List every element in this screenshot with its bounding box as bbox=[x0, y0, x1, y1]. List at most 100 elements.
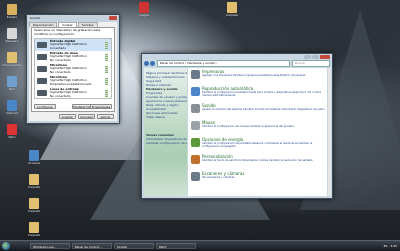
properties-button[interactable]: Propiedades bbox=[90, 104, 112, 109]
category-links[interactable]: Agregar una impresora Cambiar impresora … bbox=[202, 74, 325, 77]
sound-instruction: Seleccione un dispositivo de grabación p… bbox=[34, 28, 101, 36]
start-button[interactable] bbox=[2, 242, 10, 250]
desktop-icon-label: Nero bbox=[8, 135, 16, 139]
back-icon[interactable] bbox=[144, 60, 149, 66]
category-links[interactable]: Ver escáneres y cámaras bbox=[202, 176, 325, 179]
device-text: Línea de entrada SigmaTel High Definition… bbox=[50, 87, 87, 99]
desktop-icon-image bbox=[7, 76, 17, 87]
forward-icon[interactable] bbox=[150, 60, 155, 66]
taskbar-item[interactable]: Sonido bbox=[114, 243, 154, 249]
address-bar[interactable]: Panel de control › Hardware y sonido › bbox=[157, 59, 290, 67]
sound-dialog-close-button[interactable] bbox=[109, 16, 117, 20]
desktop-icon[interactable]: Carpeta bbox=[24, 222, 44, 237]
control-panel-window[interactable]: Panel de control › Hardware y sonido › B… bbox=[141, 53, 333, 199]
category-icon bbox=[191, 87, 200, 96]
desktop-icon[interactable]: Carpeta bbox=[24, 174, 44, 189]
desktop: Equipo Papelera Documentos Red Internet Nero A… bbox=[0, 0, 400, 240]
cancel-button[interactable]: Cancelar bbox=[78, 114, 95, 119]
category-links[interactable]: Cambiar la configuración predeterminada … bbox=[202, 91, 325, 97]
audio-device-icon bbox=[37, 90, 47, 96]
category: Personalización Cambiar el fondo de escri… bbox=[188, 153, 327, 170]
window-buttons bbox=[304, 55, 330, 59]
sound-dialog-title: Sonido bbox=[30, 16, 41, 20]
address-bar-row: Panel de control › Hardware y sonido › B… bbox=[144, 59, 330, 67]
recent-task-link[interactable]: Cambiar configuración de apagado bbox=[144, 141, 187, 145]
desktop-icon-label: Documentos bbox=[2, 63, 22, 67]
desktop-icon-image bbox=[7, 28, 17, 39]
desktop-icon[interactable]: Documentos bbox=[2, 52, 22, 67]
category-links[interactable]: Ajustar el volumen del sistema Cambiar s… bbox=[202, 108, 325, 111]
recent-tasks-list: Administrar dispositivos de audioCambiar… bbox=[144, 137, 187, 145]
desktop-icon[interactable]: Nero bbox=[2, 124, 22, 139]
desktop-icon-label: Juegos bbox=[139, 13, 149, 17]
maximize-button[interactable] bbox=[312, 55, 319, 59]
desktop-icon-image bbox=[29, 222, 39, 233]
device-status: Conectado bbox=[50, 45, 67, 50]
taskbar-item[interactable]: Panel de control... bbox=[72, 243, 112, 249]
desktop-icon-image bbox=[29, 198, 39, 209]
desktop-icon-image bbox=[139, 2, 149, 13]
taskbar-item[interactable]: Paint bbox=[156, 243, 196, 249]
device-row[interactable]: Micrófono SigmaTel High Definition No cone… bbox=[35, 63, 111, 75]
level-meter bbox=[105, 42, 108, 49]
system-tray: ES 3:45 bbox=[384, 243, 397, 249]
device-text: Entrada de línea SigmaTel High Definition… bbox=[50, 51, 87, 63]
desktop-icon-image bbox=[7, 52, 17, 63]
category-icon bbox=[191, 121, 200, 130]
clock[interactable]: 3:45 bbox=[390, 244, 397, 248]
desktop-icon-label: Carpeta bbox=[28, 233, 40, 237]
sound-dialog[interactable]: Sonido Reproducción Grabar Sonidos Selecci… bbox=[26, 14, 120, 124]
desktop-icon-label: Red bbox=[9, 87, 15, 91]
taskbar-item[interactable]: Windows Live... bbox=[30, 243, 70, 249]
device-row[interactable]: Entrada digital SigmaTel High Definition C… bbox=[35, 39, 111, 51]
minimize-button[interactable] bbox=[304, 55, 311, 59]
nav-link[interactable]: Vista clásica bbox=[144, 115, 187, 119]
desktop-icon-image bbox=[7, 4, 17, 15]
device-row[interactable]: Línea de entrada SigmaTel High Definition… bbox=[35, 87, 111, 99]
desktop-icon[interactable]: Juegos bbox=[134, 2, 154, 17]
category-links[interactable]: Cambiar el fondo de escritorio Personali… bbox=[202, 159, 325, 162]
desktop-icon-label: Carpeta bbox=[28, 185, 40, 189]
desktop-icon[interactable]: Papelera bbox=[2, 28, 22, 43]
category-icon bbox=[191, 155, 200, 164]
category: Escáneres y cámaras Ver escáneres y cámar… bbox=[188, 170, 327, 187]
audio-device-icon bbox=[37, 42, 47, 48]
control-panel-categories: Impresoras Agregar una impresora Cambiar … bbox=[188, 68, 327, 196]
sound-tab-content: Seleccione un dispositivo de grabación p… bbox=[31, 27, 115, 112]
device-row[interactable]: Entrada de línea SigmaTel High Definition… bbox=[35, 51, 111, 63]
audio-device-icon bbox=[37, 66, 47, 72]
level-meter bbox=[105, 54, 108, 61]
configure-button[interactable]: Configurar bbox=[34, 104, 56, 109]
desktop-icon[interactable]: Equipo bbox=[2, 4, 22, 19]
level-meter bbox=[105, 78, 108, 85]
category-links[interactable]: Cambiar la configuración del mouse Cambi… bbox=[202, 125, 325, 128]
ok-button[interactable]: Aceptar bbox=[59, 114, 76, 119]
scrollbar[interactable] bbox=[328, 68, 331, 196]
device-row[interactable]: Micrófono SigmaTel High Definition Disposi… bbox=[35, 75, 111, 87]
category-icon bbox=[191, 104, 200, 113]
category-icon bbox=[191, 172, 200, 181]
recording-device-list[interactable]: Entrada digital SigmaTel High Definition C… bbox=[34, 38, 112, 99]
desktop-icon[interactable]: Internet bbox=[2, 100, 22, 115]
desktop-icon[interactable]: Carpeta bbox=[24, 198, 44, 213]
level-meter bbox=[105, 66, 108, 73]
desktop-icon[interactable]: Red bbox=[2, 76, 22, 91]
language-indicator[interactable]: ES bbox=[384, 244, 388, 248]
desktop-icon[interactable]: Accesos bbox=[24, 150, 44, 165]
category-icon bbox=[191, 138, 200, 147]
category: Reproducción automática Cambiar la config… bbox=[188, 85, 327, 102]
nav-links: Página principal del Panel de controlSis… bbox=[144, 68, 187, 119]
desktop-icon[interactable]: Carpeta bbox=[222, 2, 242, 17]
device-status: No conectado bbox=[50, 93, 71, 98]
desktop-icon-image bbox=[7, 100, 17, 111]
apply-button[interactable]: Aplicar bbox=[97, 114, 114, 119]
level-meter bbox=[105, 90, 108, 97]
audio-device-icon bbox=[37, 54, 47, 60]
search-input[interactable]: Buscar bbox=[292, 59, 330, 67]
category-links[interactable]: Cambiar la configuración de la batería R… bbox=[202, 142, 325, 148]
close-button[interactable] bbox=[320, 55, 330, 59]
desktop-icon-image bbox=[29, 150, 39, 161]
taskbar: Windows Live... Panel de control... Sonido… bbox=[0, 240, 400, 251]
desktop-icon-label: Internet bbox=[6, 111, 18, 115]
device-text: Entrada digital SigmaTel High Definition C… bbox=[50, 39, 87, 51]
